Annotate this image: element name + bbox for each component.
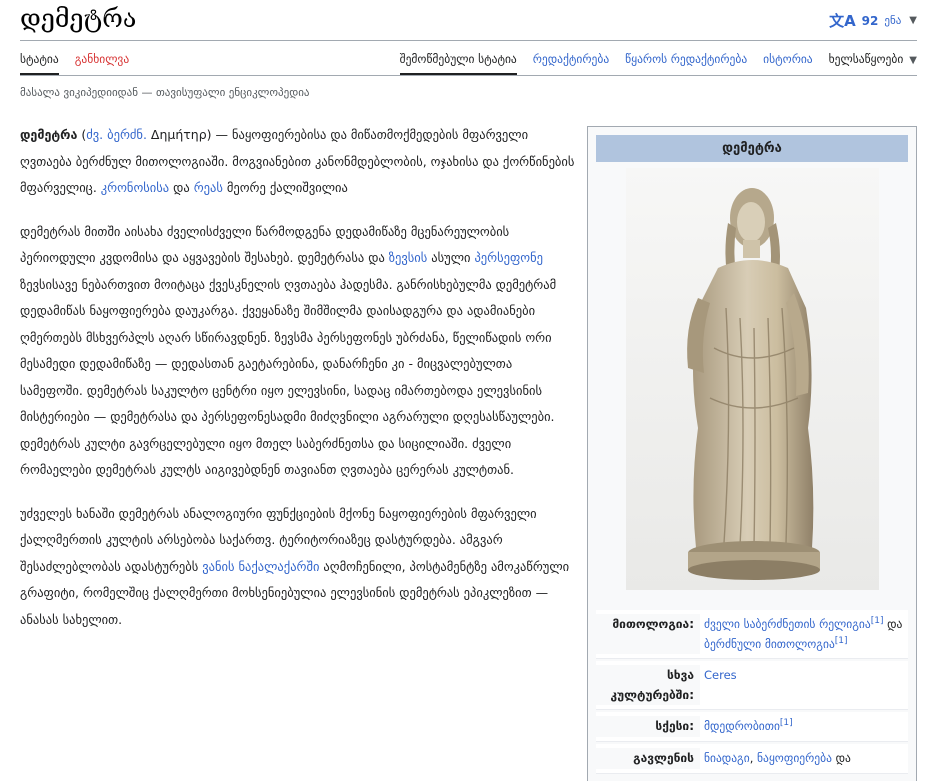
infobox-label: სქესი:: [596, 716, 700, 737]
paragraph-myth: დემეტრას მითში აისახა ძველისძველი წარმოდ…: [20, 219, 578, 484]
text-run: და: [169, 180, 194, 195]
chevron-down-icon: ▼: [909, 15, 917, 26]
infobox-rows: მითოლოგია: ძველი საბერძნეთის რელიგია[1] დ…: [596, 610, 908, 774]
wiki-link[interactable]: ნიადაგი: [704, 751, 750, 765]
bold-term: დემეტრა: [20, 127, 78, 142]
wiki-link[interactable]: ძვ. ბერძნ.: [86, 127, 147, 142]
tab-divider: [20, 75, 917, 76]
language-count: 92: [861, 13, 879, 28]
language-suffix: ენა: [884, 14, 902, 27]
infobox-row: გავლენის ნიადაგი, ნაყოფიერება და: [596, 744, 908, 774]
site-tagline: მასალა ვიკიპედიიდან — თავისუფალი ენციკლო…: [20, 86, 310, 99]
wiki-link[interactable]: ზევსის: [389, 250, 428, 265]
wiki-link[interactable]: ძველი საბერძნეთის რელიგია: [704, 617, 871, 631]
tab-3[interactable]: წყაროს რედაქტირება: [625, 52, 747, 75]
infobox-value: ძველი საბერძნეთის რელიგია[1] და ბერძნული…: [700, 614, 908, 654]
text-run: და: [831, 751, 851, 765]
statue-illustration: [625, 168, 879, 590]
reference-link[interactable]: [1]: [780, 718, 793, 728]
view-tabs: შემოწმებული სტატია რედაქტირება წყაროს რედა…: [399, 52, 917, 75]
text-run: და: [883, 617, 903, 631]
chevron-down-icon: ▼: [909, 55, 917, 66]
wiki-link[interactable]: ბერძნული მითოლოგია: [704, 637, 835, 651]
title-divider: [20, 40, 917, 41]
tab-2[interactable]: განხილვა: [75, 52, 129, 75]
paragraph-intro: დემეტრა (ძვ. ბერძნ. Δημήτηρ) — ნაყოფიერე…: [20, 122, 578, 202]
infobox-row: მითოლოგია: ძველი საბერძნეთის რელიგია[1] დ…: [596, 610, 908, 659]
infobox-title: დემეტრა: [596, 135, 908, 162]
infobox-value: მდედრობითი[1]: [700, 716, 908, 737]
infobox-label: მითოლოგია:: [596, 614, 700, 654]
statue-image[interactable]: [625, 168, 879, 590]
article-body: დემეტრა (ძვ. ბერძნ. Δημήτηρ) — ნაყოფიერე…: [20, 122, 578, 650]
infobox-value: Ceres: [700, 665, 908, 705]
infobox-label: სხვა კულტურებში:: [596, 665, 700, 705]
wiki-link[interactable]: მდედრობითი: [704, 719, 780, 733]
text-run: მეორე ქალიშვილია: [222, 180, 348, 195]
translate-icon: 文A: [829, 12, 856, 30]
reference-link[interactable]: [1]: [871, 616, 884, 626]
tab-1[interactable]: სტატია: [20, 52, 59, 75]
text-run: (: [77, 127, 87, 142]
wiki-link[interactable]: Ceres: [704, 668, 737, 682]
infobox: დემეტრა მითოლოგია: ძველი საბერძნეთის რელ…: [587, 126, 917, 781]
text-run: ასული: [427, 250, 475, 265]
wiki-link[interactable]: კრონოსისა: [101, 180, 169, 195]
tab-5[interactable]: ხელსაწყოები ▼: [829, 52, 917, 75]
paragraph-georgia: უძველეს ხანაში დემეტრას ანალოგიური ფუნქც…: [20, 501, 578, 634]
language-button[interactable]: 文A 92 ენა ▼: [829, 10, 917, 31]
wiki-link[interactable]: ვანის ნაქალაქარში: [202, 559, 319, 574]
infobox-value: ნიადაგი, ნაყოფიერება და: [700, 748, 908, 769]
infobox-row: სხვა კულტურებში: Ceres: [596, 661, 908, 710]
page-title: დემეტრა: [20, 4, 137, 33]
wiki-link[interactable]: ნაყოფიერება: [757, 751, 832, 765]
tab-2[interactable]: რედაქტირება: [533, 52, 609, 75]
reference-link[interactable]: [1]: [835, 636, 848, 646]
infobox-row: სქესი: მდედრობითი[1]: [596, 712, 908, 742]
text-run: ზევსისავე ნებართვით მოიტაცა ქვესკნელის ღ…: [20, 276, 557, 478]
text-run: ,: [749, 751, 757, 765]
infobox-label: გავლენის: [596, 748, 700, 769]
wiki-link[interactable]: რეას: [194, 180, 223, 195]
wiki-link[interactable]: პერსეფონე: [474, 250, 543, 265]
tab-4[interactable]: ისტორია: [763, 52, 812, 75]
tab-1[interactable]: შემოწმებული სტატია: [399, 52, 517, 75]
namespace-tabs: სტატია განხილვა: [20, 52, 129, 75]
